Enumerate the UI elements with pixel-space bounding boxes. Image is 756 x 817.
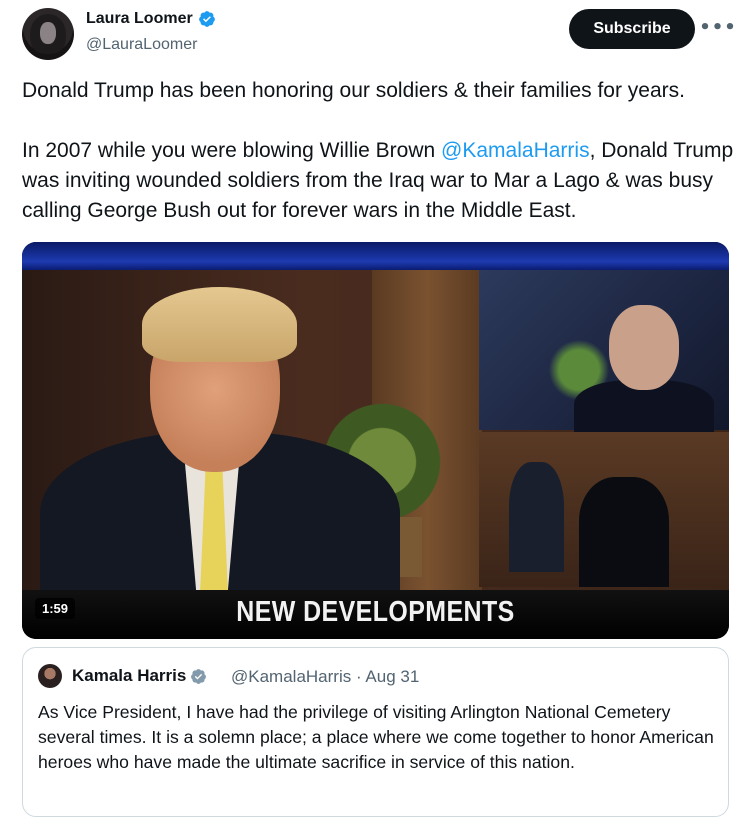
quoted-tweet[interactable]: Kamala Harris @KamalaHarris · Aug 31 As … [22,647,729,817]
quoted-handle-date[interactable]: @KamalaHarris · Aug 31 [231,667,419,687]
tweet-paragraph-1: Donald Trump has been honoring our soldi… [22,79,685,102]
author-avatar[interactable] [22,8,74,60]
quoted-author-name[interactable]: Kamala Harris [72,666,207,686]
video-player[interactable]: NEW DEVELOPMENTS 1:59 [22,242,729,639]
verified-badge-icon [198,11,215,27]
quoted-author-name-text[interactable]: Kamala Harris [72,666,186,686]
tweet-text: Donald Trump has been honoring our soldi… [22,76,734,226]
inset-anchor-face [609,305,679,390]
author-name[interactable]: Laura Loomer [86,10,216,28]
quoted-avatar[interactable] [38,664,62,688]
inset-interviewer [579,477,669,587]
video-inset-interview [479,432,729,587]
video-inset-anchor [479,270,729,440]
quoted-text: As Vice President, I have had the privil… [38,702,714,772]
video-top-banner [22,242,729,270]
inset-interviewee [509,462,564,572]
avatar-face [40,22,56,44]
quoted-verified-badge-icon [191,668,207,684]
more-options-icon[interactable]: ••• [699,14,736,40]
subscribe-button[interactable]: Subscribe [569,9,695,49]
tweet-paragraph-2: In 2007 while you were blowing Willie Br… [22,136,734,226]
tweet-paragraph-2-start: In 2007 while you were blowing Willie Br… [22,139,442,162]
video-headline: NEW DEVELOPMENTS [236,596,515,628]
video-duration: 1:59 [35,598,76,619]
mention-link[interactable]: @KamalaHarris [441,139,590,162]
video-speaker-hair [142,287,297,362]
author-handle[interactable]: @LauraLoomer [86,36,197,54]
author-name-text[interactable]: Laura Loomer [86,10,193,28]
